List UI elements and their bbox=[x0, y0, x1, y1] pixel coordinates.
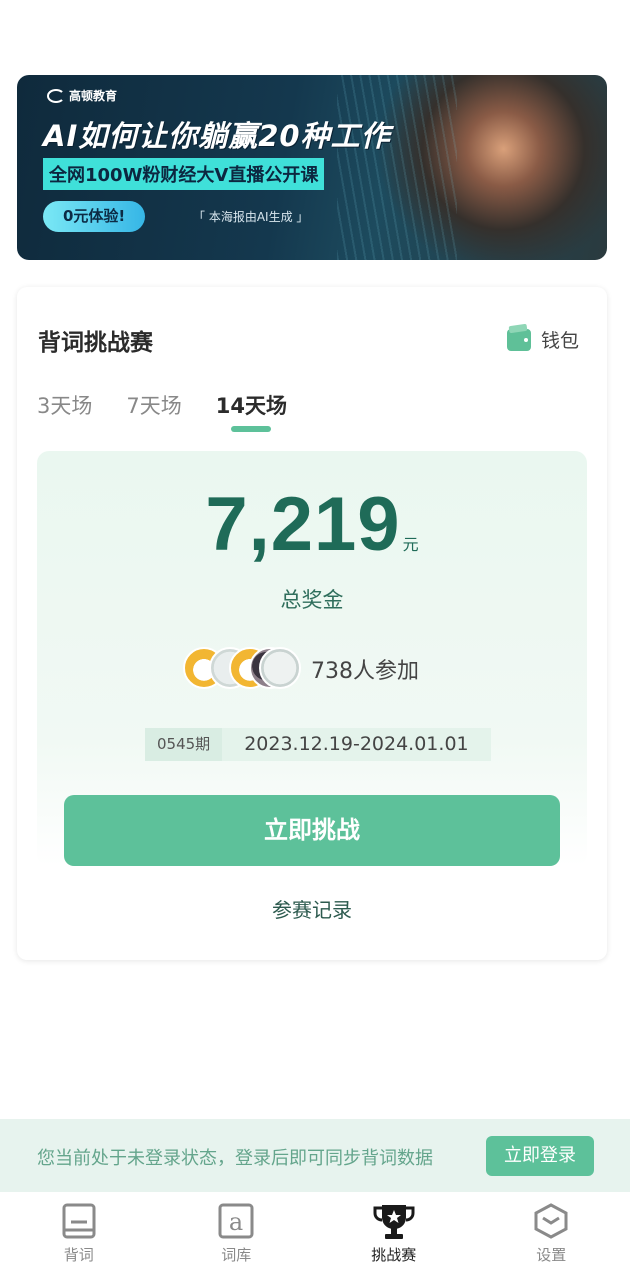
banner-cta-button[interactable]: 0元体验! bbox=[43, 201, 146, 232]
tab-settings[interactable]: 设置 bbox=[473, 1192, 630, 1280]
wallet-icon bbox=[506, 328, 531, 351]
issue-number: 0545期 bbox=[145, 728, 223, 761]
date-range: 2023.12.19-2024.01.01 bbox=[222, 728, 491, 761]
book-icon bbox=[62, 1203, 96, 1239]
login-prompt-message: 您当前处于未登录状态，登录后即可同步背词数据 bbox=[37, 1148, 433, 1169]
letter-a-icon: a bbox=[218, 1203, 254, 1239]
prize-amount: 7,219 元 bbox=[37, 481, 587, 568]
promo-banner[interactable]: 高顿教育 AI如何让你躺赢20种工作 全网100W粉财经大V直播公开课 0元体验… bbox=[17, 75, 607, 260]
tab-label: 7天场 bbox=[126, 394, 182, 418]
period-info: 0545期 2023.12.19-2024.01.01 bbox=[145, 728, 491, 761]
challenge-card: 背词挑战赛 钱包 3天场 7天场 14天场 7,219 元 总奖金 738人参加… bbox=[17, 287, 607, 960]
tab-recite[interactable]: 背词 bbox=[0, 1192, 158, 1280]
banner-headline: AI如何让你躺赢20种工作 bbox=[43, 119, 391, 153]
hexagon-settings-icon bbox=[534, 1203, 568, 1239]
tab-label: 14天场 bbox=[215, 394, 287, 418]
wallet-label: 钱包 bbox=[540, 330, 579, 352]
banner-note: 「 本海报由AI生成 」 bbox=[193, 210, 309, 224]
banner-logo-text: 高顿教育 bbox=[69, 89, 118, 103]
participant-count: 738人参加 bbox=[311, 659, 419, 684]
active-tab-indicator bbox=[231, 426, 272, 432]
brand-mark-icon bbox=[47, 88, 65, 103]
tab-label: 词库 bbox=[221, 1246, 252, 1264]
prize-amount-unit: 元 bbox=[402, 535, 419, 554]
avatar bbox=[259, 647, 301, 689]
banner-decoration bbox=[337, 75, 457, 260]
page: 高顿教育 AI如何让你躺赢20种工作 全网100W粉财经大V直播公开课 0元体验… bbox=[0, 0, 630, 1280]
svg-text:a: a bbox=[229, 1208, 243, 1236]
tab-challenge[interactable]: 挑战赛 bbox=[315, 1192, 473, 1280]
tab-14-days[interactable]: 14天场 bbox=[215, 390, 287, 432]
start-challenge-button[interactable]: 立即挑战 bbox=[64, 795, 560, 866]
banner-subline: 全网100W粉财经大V直播公开课 bbox=[43, 158, 325, 190]
participant-avatars bbox=[183, 647, 303, 691]
prize-label: 总奖金 bbox=[280, 588, 344, 612]
tab-3-days[interactable]: 3天场 bbox=[37, 390, 92, 420]
bottom-tab-bar: 背词 a 词库 挑战赛 设置 bbox=[0, 1192, 630, 1280]
wallet-button[interactable]: 钱包 bbox=[506, 326, 579, 353]
participation-records-link[interactable]: 参赛记录 bbox=[17, 894, 607, 923]
participants-row: 738人参加 bbox=[183, 647, 419, 691]
tab-label: 挑战赛 bbox=[371, 1246, 417, 1264]
login-prompt-bar: 您当前处于未登录状态，登录后即可同步背词数据 立即登录 bbox=[0, 1119, 630, 1192]
trophy-icon bbox=[373, 1205, 415, 1239]
tab-label: 背词 bbox=[63, 1246, 94, 1264]
tab-7-days[interactable]: 7天场 bbox=[126, 390, 181, 420]
prize-amount-value: 7,219 bbox=[205, 482, 401, 567]
tab-label: 设置 bbox=[536, 1246, 567, 1264]
prize-panel: 7,219 元 总奖金 738人参加 0545期 2023.12.19-2024.… bbox=[37, 451, 587, 866]
banner-logo: 高顿教育 bbox=[47, 87, 117, 104]
tab-label: 3天场 bbox=[37, 394, 93, 418]
duration-tabs: 3天场 7天场 14天场 bbox=[37, 390, 321, 432]
tab-vocabulary[interactable]: a 词库 bbox=[158, 1192, 316, 1280]
login-button[interactable]: 立即登录 bbox=[486, 1136, 594, 1176]
card-title: 背词挑战赛 bbox=[38, 330, 153, 356]
